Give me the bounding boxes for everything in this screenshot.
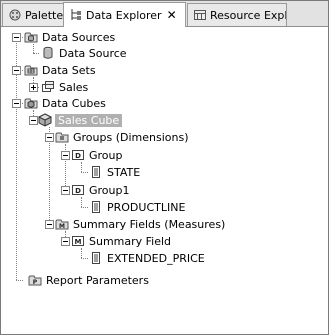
tree-item-data-cubes-label: Data Cubes	[42, 96, 106, 110]
groups-folder-icon	[55, 132, 69, 143]
data-sets-folder-icon	[24, 65, 38, 76]
tree-item-sales-cube-label: Sales Cube	[55, 113, 123, 127]
data-sources-folder-icon	[24, 32, 38, 43]
cube-icon	[38, 113, 52, 127]
resource-explorer-icon	[194, 10, 206, 20]
svg-text:M: M	[59, 223, 65, 230]
tree-item-data-source[interactable]: Data Source	[41, 45, 127, 61]
report-parameters-icon: P	[28, 275, 42, 286]
collapse-toggle-summary-field[interactable]	[61, 237, 70, 246]
tree-item-summary-field[interactable]: M Summary Field	[71, 233, 171, 249]
tree-item-data-source-label: Data Source	[59, 46, 127, 60]
collapse-toggle-sales-cube[interactable]	[29, 116, 38, 125]
tree-item-group[interactable]: D Group	[71, 147, 123, 163]
tree-item-report-parameters[interactable]: P Report Parameters	[28, 272, 149, 288]
tab-resource-explorer[interactable]: Resource Expl	[187, 3, 287, 26]
dimension-icon: D	[72, 185, 84, 195]
tree-item-data-sets-label: Data Sets	[42, 63, 96, 77]
tree-item-data-sources-label: Data Sources	[42, 30, 116, 44]
collapse-toggle-data-sets[interactable]	[12, 66, 21, 75]
data-source-icon	[43, 46, 53, 59]
tree-item-state-label: STATE	[107, 165, 141, 179]
tree-item-report-parameters-label: Report Parameters	[46, 273, 149, 287]
tree-item-sales-cube[interactable]: Sales Cube	[38, 112, 123, 128]
dimension-icon: D	[72, 150, 84, 160]
collapse-toggle-data-cubes[interactable]	[12, 99, 21, 108]
tree-item-summary-fields[interactable]: M Summary Fields (Measures)	[55, 216, 225, 232]
view-tab-bar: Palette Data Explorer ✕ Resource Expl	[1, 1, 328, 27]
measures-folder-icon: M	[55, 219, 69, 230]
tree-item-extended-price-label: EXTENDED_PRICE	[107, 251, 205, 265]
tree-item-summary-field-label: Summary Field	[89, 234, 172, 248]
tab-palette[interactable]: Palette	[2, 3, 64, 26]
measure-icon	[92, 252, 100, 264]
tree-item-extended-price[interactable]: EXTENDED_PRICE	[89, 250, 205, 266]
tab-resource-explorer-label: Resource Expl	[210, 8, 287, 22]
tree-item-sales-label: Sales	[59, 80, 89, 94]
measure-group-icon: M	[72, 236, 84, 246]
svg-text:D: D	[75, 152, 81, 160]
data-explorer-view: Palette Data Explorer ✕ Resource Expl Da…	[0, 0, 329, 335]
collapse-toggle-summary-fields[interactable]	[45, 220, 54, 229]
collapse-toggle-data-sources[interactable]	[12, 33, 21, 42]
data-explorer-tree: Data Sources Data Source Data Sets Sales…	[1, 27, 328, 334]
tab-palette-label: Palette	[25, 8, 64, 22]
tree-item-group-label: Group	[89, 148, 123, 162]
tree-item-data-sets[interactable]: Data Sets	[24, 62, 96, 78]
tree-item-sales-data-set[interactable]: Sales	[41, 79, 88, 95]
tree-item-groups-label: Groups (Dimensions)	[73, 130, 189, 144]
collapse-toggle-group[interactable]	[61, 151, 70, 160]
close-icon[interactable]: ✕	[167, 8, 177, 22]
tab-data-explorer-label: Data Explorer	[86, 8, 162, 22]
tree-item-summary-fields-label: Summary Fields (Measures)	[73, 217, 226, 231]
collapse-toggle-groups[interactable]	[45, 133, 54, 142]
level-icon	[92, 166, 100, 178]
tree-item-state[interactable]: STATE	[89, 164, 140, 180]
svg-text:P: P	[33, 279, 38, 286]
expand-toggle-sales[interactable]	[29, 83, 38, 92]
data-cubes-folder-icon	[24, 98, 38, 109]
tree-item-data-sources[interactable]: Data Sources	[24, 29, 115, 45]
tree-item-group1-label: Group1	[89, 183, 130, 197]
tree-item-data-cubes[interactable]: Data Cubes	[24, 95, 106, 111]
palette-icon	[9, 9, 21, 21]
data-set-icon	[42, 81, 54, 92]
tree-item-productline-label: PRODUCTLINE	[107, 200, 186, 214]
collapse-toggle-group1[interactable]	[61, 186, 70, 195]
tree-item-group1[interactable]: D Group1	[71, 182, 130, 198]
data-explorer-icon	[71, 9, 81, 20]
level-icon	[92, 201, 100, 213]
tree-item-productline[interactable]: PRODUCTLINE	[89, 199, 185, 215]
svg-text:D: D	[75, 187, 81, 195]
tree-item-groups[interactable]: Groups (Dimensions)	[55, 129, 189, 145]
svg-text:M: M	[75, 238, 82, 246]
tab-data-explorer[interactable]: Data Explorer ✕	[63, 2, 186, 27]
